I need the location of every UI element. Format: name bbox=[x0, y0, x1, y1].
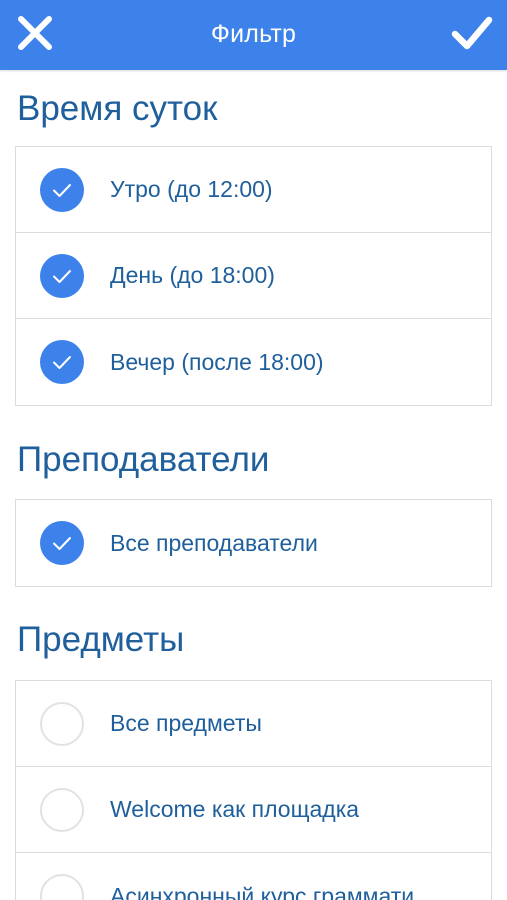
filter-content: Время суток Утро (до 12:00) День (до 18:… bbox=[0, 70, 507, 900]
option-label: Асинхронный курс граммати bbox=[110, 882, 415, 900]
option-label: Утро (до 12:00) bbox=[110, 176, 273, 202]
checked-icon bbox=[40, 340, 84, 384]
checked-icon bbox=[40, 167, 84, 212]
option-label: Все предметы bbox=[110, 710, 262, 736]
option-label: Все преподаватели bbox=[110, 529, 318, 556]
option-morning[interactable]: Утро (до 12:00) bbox=[16, 147, 491, 233]
option-all-subjects[interactable]: Все предметы bbox=[16, 681, 491, 767]
option-day[interactable]: День (до 18:00) bbox=[16, 233, 491, 319]
section-title-subjects: Предметы bbox=[17, 620, 185, 659]
unchecked-circle-icon bbox=[40, 701, 84, 746]
section-title-teachers: Преподаватели bbox=[17, 440, 270, 479]
teachers-group: Все преподаватели bbox=[15, 499, 492, 587]
checked-icon bbox=[40, 253, 84, 298]
option-welcome[interactable]: Welcome как площадка bbox=[16, 767, 491, 853]
time-of-day-group: Утро (до 12:00) День (до 18:00) Вечер (п… bbox=[15, 146, 492, 406]
unchecked-circle-icon bbox=[40, 787, 84, 832]
subjects-group: Все предметы Welcome как площадка Асинхр… bbox=[15, 680, 492, 900]
section-title-time-of-day: Время суток bbox=[17, 89, 218, 128]
checked-icon bbox=[40, 521, 84, 565]
page-title: Фильтр bbox=[210, 19, 297, 48]
option-evening[interactable]: Вечер (после 18:00) bbox=[16, 319, 491, 405]
option-async-grammar[interactable]: Асинхронный курс граммати bbox=[16, 853, 491, 900]
checkmark-icon bbox=[450, 13, 494, 58]
confirm-button[interactable] bbox=[437, 0, 507, 70]
option-label: День (до 18:00) bbox=[110, 262, 275, 288]
option-all-teachers[interactable]: Все преподаватели bbox=[16, 500, 491, 586]
app-bar: Фильтр bbox=[0, 0, 507, 70]
close-button[interactable] bbox=[0, 0, 70, 70]
close-icon bbox=[15, 13, 55, 58]
option-label: Вечер (после 18:00) bbox=[110, 348, 324, 375]
unchecked-circle-icon bbox=[40, 874, 84, 900]
option-label: Welcome как площадка bbox=[110, 796, 360, 822]
